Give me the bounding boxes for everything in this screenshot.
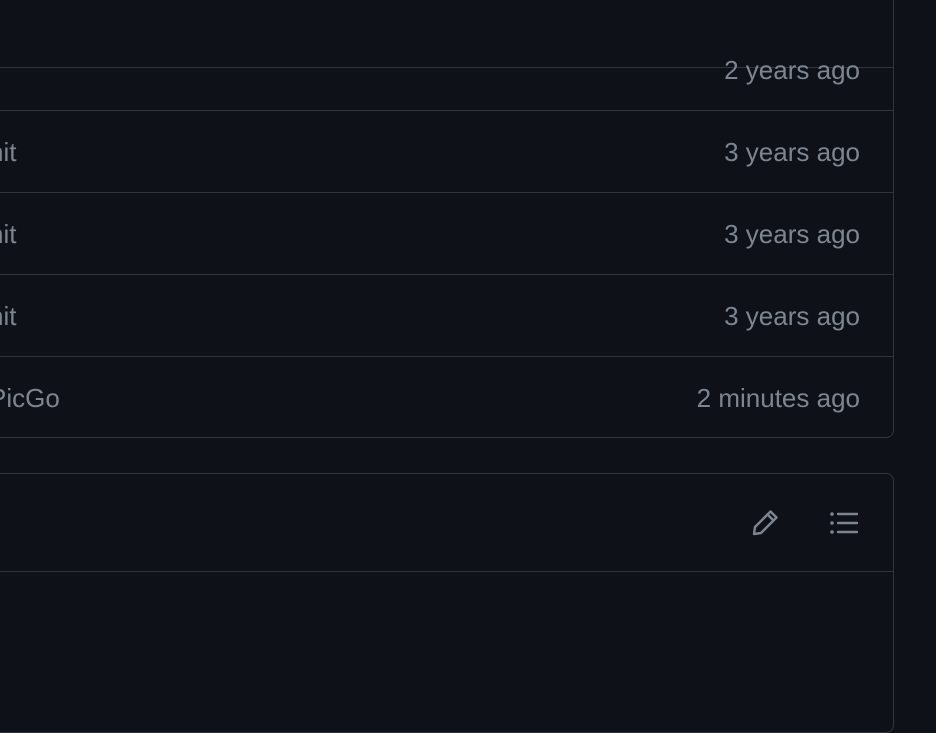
commit-time: 2 minutes ago bbox=[696, 383, 860, 413]
readme-header bbox=[0, 474, 893, 572]
commit-message[interactable]: nit bbox=[0, 275, 16, 357]
commit-message[interactable]: PicGo bbox=[0, 357, 60, 437]
file-row[interactable]: nit 3 years ago bbox=[0, 111, 893, 193]
file-list: 2 years ago nit 3 years ago nit 3 years … bbox=[0, 0, 894, 438]
commit-time: 3 years ago bbox=[724, 301, 860, 331]
commit-time: 2 years ago bbox=[724, 55, 860, 85]
commit-time: 3 years ago bbox=[724, 137, 860, 167]
list-unordered-icon bbox=[830, 512, 859, 534]
commit-message[interactable]: nit bbox=[0, 193, 16, 275]
file-row[interactable]: nit 3 years ago bbox=[0, 193, 893, 275]
file-row[interactable]: nit 3 years ago bbox=[0, 275, 893, 357]
pencil-icon bbox=[752, 510, 778, 536]
edit-file-button[interactable] bbox=[746, 504, 784, 542]
file-row[interactable]: 2 years ago bbox=[0, 29, 893, 111]
commit-time: 3 years ago bbox=[724, 219, 860, 249]
readme-panel bbox=[0, 473, 894, 733]
commit-message[interactable]: nit bbox=[0, 111, 16, 193]
outline-button[interactable] bbox=[825, 504, 863, 542]
file-row[interactable]: PicGo 2 minutes ago bbox=[0, 357, 893, 437]
